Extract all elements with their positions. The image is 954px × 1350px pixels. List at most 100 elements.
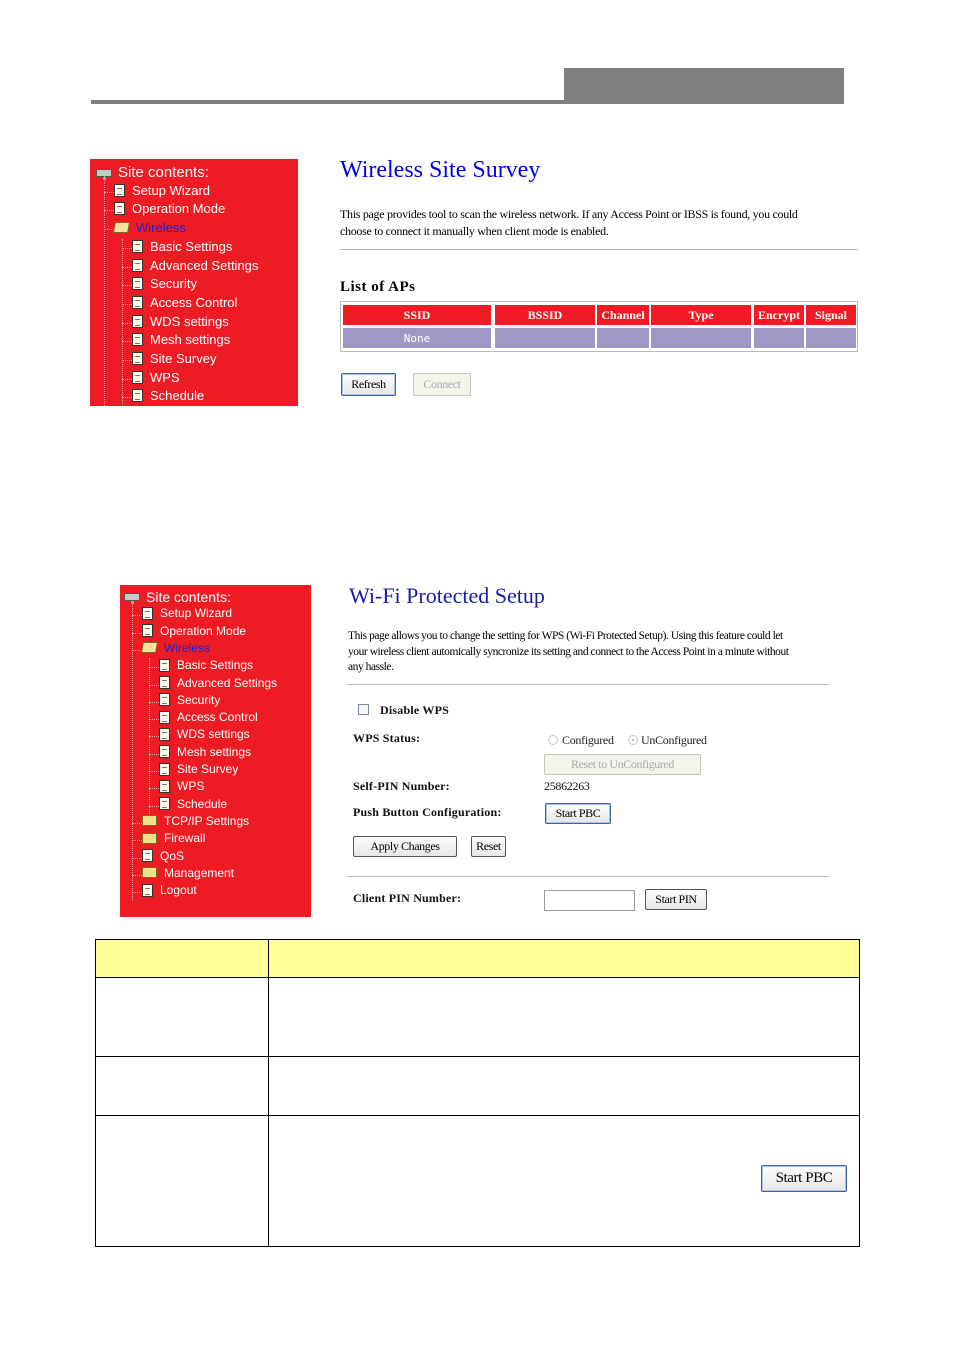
sidebar-item-logout[interactable]: Logout: [142, 883, 197, 897]
refresh-button[interactable]: Refresh: [341, 373, 396, 396]
sidebar-item-site-survey[interactable]: Site Survey: [132, 351, 216, 366]
column-header-signal: Signal: [806, 305, 856, 325]
table-row: Start PBC: [95, 1115, 860, 1247]
document-icon: [159, 762, 170, 776]
document-icon: [132, 295, 143, 309]
sidebar-item-firewall[interactable]: Firewall: [142, 831, 205, 845]
sidebar-item-label: Security: [150, 276, 197, 292]
sidebar-item-basic-settings[interactable]: Basic Settings: [159, 658, 253, 672]
document-icon: [132, 389, 143, 403]
status-unconfigured-radio[interactable]: [628, 735, 638, 745]
page-description-line-1: This page provides tool to scan the wire…: [340, 207, 798, 221]
sidebar-item-tcp-ip-settings[interactable]: TCP/IP Settings: [142, 814, 249, 828]
sidebar-item-label: Advanced Settings: [177, 675, 278, 690]
sidebar-item-label: WDS settings: [150, 313, 229, 329]
header-cell-description: [268, 939, 860, 978]
start-pin-button[interactable]: Start PIN: [645, 889, 707, 910]
tree-connector: [149, 684, 159, 686]
connect-button[interactable]: Connect: [413, 373, 471, 396]
header-section-box: [564, 68, 844, 104]
sidebar-item-security[interactable]: Security: [159, 693, 220, 707]
sidebar-item-advanced-settings[interactable]: Advanced Settings: [159, 676, 277, 690]
status-unconfigured-label: UnConfigured: [641, 733, 707, 747]
sidebar-item-setup-wizard[interactable]: Setup Wizard: [142, 606, 232, 620]
sidebar-item-setup-wizard[interactable]: Setup Wizard: [114, 183, 210, 198]
sidebar-item-site-survey[interactable]: Site Survey: [159, 762, 238, 776]
tree-connector: [132, 822, 142, 824]
sidebar-item-management[interactable]: Management: [142, 866, 234, 880]
start-pbc-button[interactable]: Start PBC: [545, 803, 611, 824]
sidebar-item-wireless[interactable]: Wireless: [113, 220, 186, 235]
start-pbc-button-illustration[interactable]: Start PBC: [761, 1165, 847, 1192]
sidebar-item-schedule[interactable]: Schedule: [159, 797, 227, 811]
sidebar-item-label: Site Survey: [177, 762, 239, 776]
client-pin-label: Client PIN Number:: [353, 891, 462, 905]
site-survey-panel: Wireless Site Survey This page provides …: [335, 155, 860, 407]
sidebar-item-label: Mesh settings: [177, 744, 252, 759]
sidebar-item-label: Firewall: [164, 831, 206, 846]
reset-to-unconfigured-button[interactable]: Reset to UnConfigured: [544, 754, 701, 775]
network-icon: [124, 593, 140, 604]
ap-table: SSID BSSID Channel Type Encrypt Signal N…: [340, 301, 858, 352]
document-icon: [132, 352, 143, 365]
wps-description-line-3: any hassle.: [348, 661, 394, 673]
sidebar-item-label: Setup Wizard: [160, 606, 233, 621]
table-row: [95, 977, 860, 1057]
sidebar-item-mesh-settings[interactable]: Mesh settings: [132, 332, 230, 347]
tree-connector: [149, 753, 159, 755]
document-icon: [159, 797, 170, 811]
document-icon: [159, 658, 170, 672]
sidebar-item-schedule[interactable]: Schedule: [132, 388, 204, 403]
sidebar-item-wps[interactable]: WPS: [132, 370, 180, 385]
sidebar-item-mesh-settings[interactable]: Mesh settings: [159, 745, 251, 759]
document-icon: [142, 883, 153, 897]
table-cell-signal: [806, 328, 856, 348]
sidebar-item-label: Mesh settings: [150, 332, 231, 348]
sidebar-item-label: TCP/IP Settings: [164, 813, 250, 828]
document-icon: [142, 606, 153, 620]
tree-connector: [132, 601, 133, 902]
document-icon: [132, 239, 143, 253]
sidebar-item-label: Basic Settings: [177, 658, 254, 673]
sidebar-item-wds-settings[interactable]: WDS settings: [132, 314, 229, 329]
self-pin-value: 25862263: [544, 779, 590, 793]
sidebar-item-wireless[interactable]: Wireless: [141, 640, 211, 655]
apply-changes-button[interactable]: Apply Changes: [353, 836, 457, 857]
sidebar-item-label: WDS settings: [177, 727, 250, 742]
sidebar-item-label: Wireless: [164, 640, 211, 655]
sidebar-item-label: Access Control: [177, 710, 258, 725]
status-configured-radio[interactable]: [548, 735, 558, 745]
sidebar-item-label: QoS: [160, 848, 185, 863]
sidebar-item-label: Logout: [160, 883, 197, 898]
sidebar-item-security[interactable]: Security: [132, 276, 197, 291]
wps-status-label: WPS Status:: [353, 731, 421, 745]
sidebar-item-access-control[interactable]: Access Control: [132, 295, 237, 310]
document-icon: [159, 745, 170, 759]
wps-description-line-2: your wireless client automically syncron…: [348, 646, 789, 658]
sidebar-item-wps[interactable]: WPS: [159, 779, 204, 793]
document-icon: [159, 676, 170, 689]
sidebar-item-basic-settings[interactable]: Basic Settings: [132, 239, 232, 254]
column-header-encrypt: Encrypt: [754, 305, 804, 325]
tree-connector: [104, 210, 114, 212]
tree-connector: [122, 303, 132, 305]
reset-button[interactable]: Reset: [471, 836, 506, 857]
row-label: [95, 977, 269, 1057]
folder-open-icon: [141, 642, 158, 654]
tree-connector: [132, 840, 142, 842]
document-icon: [159, 779, 170, 793]
sidebar-item-operation-mode[interactable]: Operation Mode: [142, 624, 246, 638]
sidebar-item-qos[interactable]: QoS: [142, 849, 184, 863]
list-of-aps-title: List of APs: [340, 279, 416, 295]
column-header-channel: Channel: [597, 305, 649, 325]
sidebar-item-operation-mode[interactable]: Operation Mode: [114, 201, 225, 216]
disable-wps-checkbox[interactable]: [358, 704, 369, 715]
sidebar-item-advanced-settings[interactable]: Advanced Settings: [132, 258, 258, 273]
wps-panel: Wi-Fi Protected Setup This page allows y…: [340, 580, 835, 918]
column-header-ssid: SSID: [343, 305, 491, 325]
sidebar-item-access-control[interactable]: Access Control: [159, 710, 258, 724]
tree-connector: [149, 701, 159, 703]
client-pin-input[interactable]: [544, 890, 635, 911]
sidebar-item-wds-settings[interactable]: WDS settings: [159, 727, 250, 741]
table-row: [95, 1056, 860, 1116]
